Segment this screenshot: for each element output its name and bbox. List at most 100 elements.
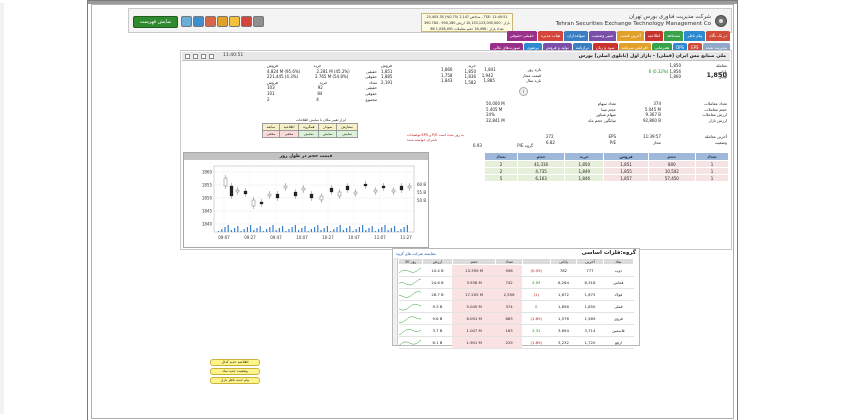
group-row[interactable]: 9.3 B 5.045 M 374 0 1,856 1,850 فملی: [398, 300, 634, 313]
print-icon[interactable]: [185, 54, 190, 59]
tab-row1-4[interactable]: آخرین قیمت: [617, 31, 644, 41]
chart-volume-bar: [285, 231, 287, 232]
toggle-cell[interactable]: نمودار: [318, 123, 338, 131]
new-symbol-status-button[interactable]: وضعیت جدید نماد: [210, 368, 260, 375]
calendar-icon[interactable]: [217, 16, 228, 27]
toggle-cell[interactable]: نمایش: [318, 130, 338, 138]
toggle-cell[interactable]: سابقه: [262, 123, 280, 131]
label-pe: P/E: [609, 139, 616, 145]
sparkline-svg: [398, 291, 421, 298]
group-cell-symbol: فروی: [603, 312, 634, 325]
chart-y-tick: 1840: [202, 222, 213, 227]
show-list-button[interactable]: نمایش فهرست: [133, 16, 178, 28]
toggle-cell[interactable]: نمایش: [336, 130, 358, 138]
toggle-cell[interactable]: اطلاعیه: [278, 123, 300, 131]
tab-row1-3[interactable]: اطلاعیه: [644, 31, 664, 41]
chart-volume-bar: [368, 228, 370, 232]
new-supervisor-message-button[interactable]: پیام جدید ناظر بازار: [210, 377, 260, 384]
group-row[interactable]: 9.6 B 6.091 M 683 (1.65) 1,576 1,589 فروی: [398, 312, 634, 325]
instrument-title: ملی صنایع مس ایران (فملی) - بازار اول (ت…: [482, 52, 730, 61]
chart-candle: [275, 193, 280, 199]
group-row[interactable]: 6.1 B 1.901 M 229 (1.89) 3,232 1,720 ارفع: [398, 336, 634, 349]
group-cell-vol: 6.091 M: [452, 312, 496, 325]
eps-notice[interactable]: توضیحات EPS و P/E به روز شده است: [407, 133, 464, 137]
search-icon[interactable]: [241, 16, 252, 27]
group-cell-cnt: 683: [495, 312, 523, 325]
chart-candle: [223, 177, 228, 187]
chart-volume-bar: [365, 230, 367, 232]
sparkline-svg: [398, 329, 421, 336]
tab-row1-7[interactable]: هیات مدیره: [537, 31, 564, 41]
chart-volume-bar: [397, 231, 399, 232]
new-codal-notice-button[interactable]: اطلاعیه جدید کدال: [210, 359, 260, 366]
toggle-cell[interactable]: سفارش: [336, 123, 358, 131]
chart-candle: [267, 193, 272, 197]
help-icon[interactable]: [181, 16, 192, 27]
export-icon[interactable]: [209, 54, 214, 59]
group-cell-last: 1,675: [576, 288, 604, 301]
grid-icon[interactable]: [201, 54, 206, 59]
org-name-fa: شرکت مدیریت فناوری بورس تهران: [629, 14, 711, 20]
industry-group-panel: گروه:فلزات اساسی مقایسه شرکت های گروه 30…: [392, 248, 640, 349]
tab-row1-6[interactable]: سهامداران: [564, 31, 588, 41]
chart-volume-bar: [378, 229, 380, 232]
order-book-cell: 1: [694, 160, 730, 168]
order-book-cell: 1,846: [564, 174, 605, 182]
order-book-cell: 1,855: [603, 167, 649, 175]
display-toggle-table: سابقه اطلاعیه همگروه نمودار سفارش مخفی مخفی نم…: [262, 123, 358, 138]
chart-volume-tick: 50 B: [417, 198, 426, 203]
chart-volume-bar: [218, 231, 220, 232]
chart-volume-bar: [333, 229, 335, 232]
group-cell-chg: (0.09): [522, 264, 551, 277]
group-table: 30 روز ارزش حجم تعداد پایانی آخرین نماد 10.4 B1…: [398, 258, 635, 349]
toolbar-icons: [181, 16, 264, 28]
tab-row1-8[interactable]: حقیقی-حقوقی: [506, 31, 537, 41]
group-cell-symbol: ذوب: [603, 264, 634, 277]
group-cell-symbol: فخاس: [603, 276, 634, 289]
tab-row1-0[interactable]: در یک نگاه: [706, 31, 730, 41]
sparkline-svg: [398, 340, 421, 346]
chart-volume-bar: [362, 225, 364, 232]
group-cell-symbol: فاسمین: [603, 324, 634, 337]
order-book-row: 5 6,163 1,846 1,857 57,450 1: [483, 174, 730, 182]
tab-row1-5[interactable]: تغییر وضعیت: [588, 31, 617, 41]
warning-icon[interactable]: [205, 16, 216, 27]
toggle-cell[interactable]: مخفی: [278, 130, 300, 138]
chart-volume-bar: [358, 227, 360, 232]
home-icon[interactable]: [229, 16, 240, 27]
chart-canvas: 1860 1855 1850 1845 1840 09:07 09:27 09:47 10:07…: [202, 165, 426, 240]
group-row[interactable]: 24.6 B 3.936 M 742 3.93 6,264 6,318 فخاس: [398, 276, 634, 289]
chart-volume-bar: [227, 225, 229, 232]
chart-volume-bar: [266, 229, 268, 232]
group-row[interactable]: 28.7 B 17.205 M 2,556 (1) 1,672 1,675 فولاد: [398, 288, 634, 301]
group-cell-final: 3,694: [550, 324, 577, 337]
order-book-header: فروش: [603, 152, 649, 161]
toggle-cell[interactable]: نمایش: [298, 130, 320, 138]
industry-compare-link[interactable]: مقایسه شرکت های گروه: [396, 251, 436, 256]
info-icon[interactable]: [193, 16, 204, 27]
share-info: 50,000 M تعداد سهام 5.405 M حجم مبنا 24% سه…: [486, 101, 616, 123]
group-cell-chg: 3.93: [522, 276, 551, 289]
toggle-cell[interactable]: همگروه: [298, 123, 320, 131]
toggle-cell[interactable]: مخفی: [262, 130, 280, 138]
chart-volume-bar: [400, 229, 402, 232]
count-3-label: مجموع: [365, 96, 378, 102]
chart-volume-bar: [320, 230, 322, 232]
sparkline: [398, 300, 423, 313]
settings-icon[interactable]: [253, 16, 264, 27]
page-left-scrollbar[interactable]: [0, 3, 4, 414]
refresh-icon[interactable]: [193, 54, 198, 59]
group-row[interactable]: 10.4 B 13.359 M 958 (0.09) 782 777 ذوب: [398, 264, 634, 277]
group-row[interactable]: 3.7 B 1.007 M 163 3.31 3,694 3,714 فاسمین: [398, 324, 634, 337]
chart-volume-bar: [374, 231, 376, 232]
label-pe-group: P/E گروه: [517, 143, 533, 148]
info-icon[interactable]: i: [519, 87, 528, 96]
tab-row1-1[interactable]: پیام ناظر: [684, 31, 706, 41]
group-cell-cnt: 229: [495, 336, 523, 349]
order-book-cell: 6,163: [517, 174, 566, 182]
chart-x-tick: 11:27: [400, 235, 412, 240]
tab-row1-2[interactable]: سه‌ماهه: [664, 31, 684, 41]
chart-candle: [293, 191, 298, 197]
order-book-cell: 5: [483, 174, 519, 182]
industry-group-title: گروه:فلزات اساسی: [581, 250, 636, 256]
